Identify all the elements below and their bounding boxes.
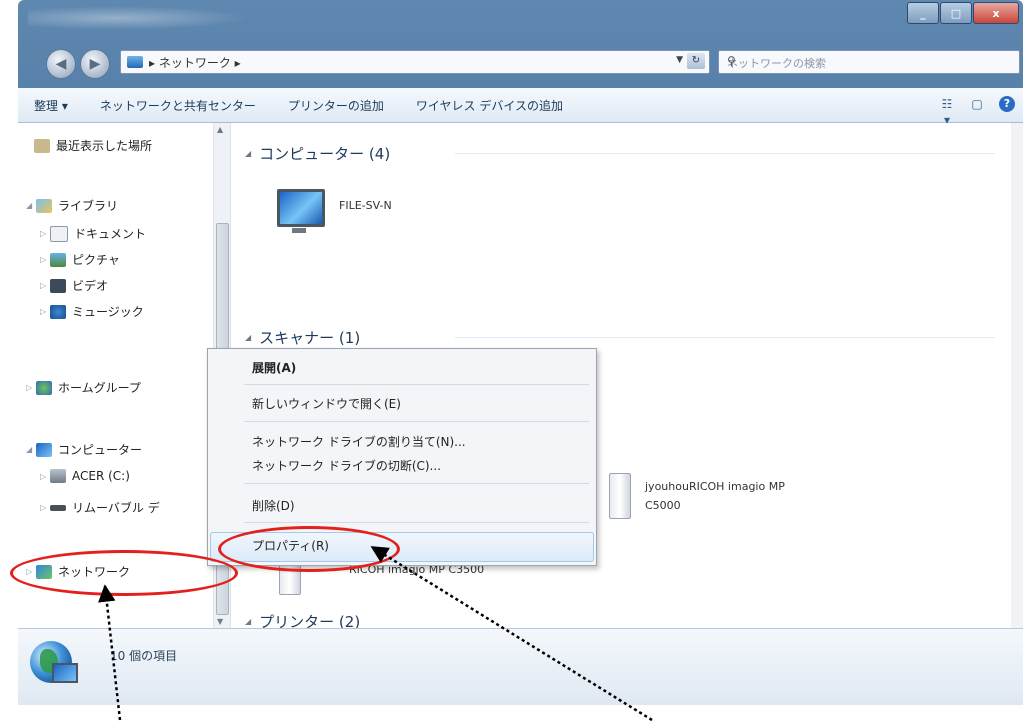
arrow-to-properties bbox=[370, 545, 653, 722]
annotation-arrows bbox=[98, 545, 653, 722]
arrow-to-network bbox=[98, 584, 122, 721]
